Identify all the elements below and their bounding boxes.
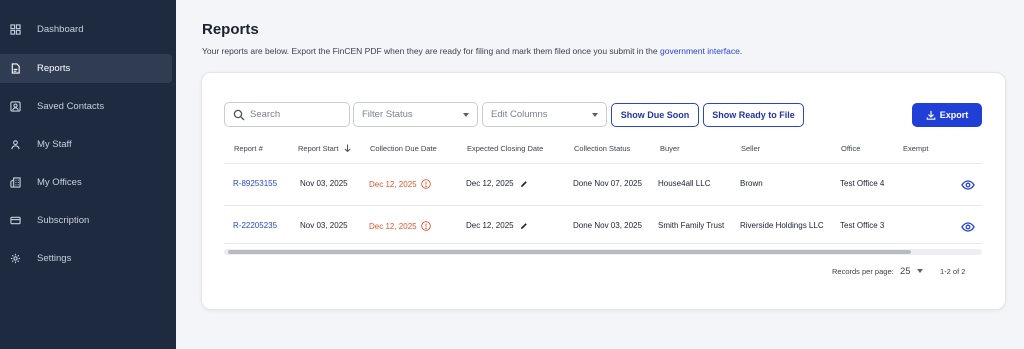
- column-header-buyer[interactable]: Buyer: [660, 144, 680, 153]
- edit-columns-select[interactable]: Edit Columns: [482, 102, 607, 127]
- description-text: Your reports are below. Export the FinCE…: [202, 46, 658, 56]
- search-placeholder: Search: [250, 109, 281, 120]
- chevron-down-icon: [916, 269, 923, 273]
- pencil-icon[interactable]: [520, 180, 528, 188]
- office-cell: Test Office 4: [840, 179, 885, 188]
- sidebar-item-dashboard[interactable]: Dashboard: [0, 15, 172, 44]
- filter-status-select[interactable]: Filter Status: [353, 102, 478, 127]
- office-cell: Test Office 3: [840, 221, 885, 230]
- column-header-expected-closing-date[interactable]: Expected Closing Date: [467, 144, 543, 153]
- warning-icon: [420, 221, 431, 231]
- column-header-label: Report Start: [298, 144, 339, 153]
- sidebar-item-label: Subscription: [37, 215, 90, 226]
- collection-due-value: Dec 12, 2025: [369, 179, 417, 189]
- arrow-down-icon: [344, 144, 350, 153]
- collection-due-value: Dec 12, 2025: [369, 221, 417, 231]
- chevron-down-icon: [592, 112, 598, 117]
- report-start-cell: Nov 03, 2025: [300, 221, 348, 230]
- download-icon: [926, 110, 936, 120]
- buyer-cell: House4all LLC: [658, 179, 711, 188]
- sidebar-item-label: Saved Contacts: [37, 101, 105, 112]
- export-label: Export: [939, 110, 969, 120]
- collection-due-cell: Dec 12, 2025: [369, 221, 431, 231]
- description-period: .: [739, 46, 743, 56]
- page-title: Reports: [202, 21, 259, 38]
- warning-icon: [420, 179, 431, 189]
- sidebar-item-my-offices[interactable]: My Offices: [0, 168, 172, 197]
- expected-closing-cell: Dec 12, 2025: [466, 179, 528, 188]
- records-per-page-label: Records per page:: [832, 267, 894, 276]
- document-icon: [10, 63, 21, 74]
- column-header-report-start[interactable]: Report Start: [298, 144, 351, 153]
- seller-cell: Brown: [740, 179, 763, 188]
- sidebar-item-saved-contacts[interactable]: Saved Contacts: [0, 92, 172, 121]
- pagination-range: 1-2 of 2: [940, 267, 966, 276]
- records-per-page-select[interactable]: 25: [900, 264, 930, 278]
- sidebar-item-subscription[interactable]: Subscription: [0, 206, 172, 235]
- sidebar-item-my-staff[interactable]: My Staff: [0, 130, 172, 159]
- expected-closing-value: Dec 12, 2025: [466, 221, 514, 230]
- report-number-link[interactable]: R-89253155: [233, 179, 277, 188]
- divider: [224, 163, 982, 164]
- eye-icon[interactable]: [961, 180, 975, 190]
- column-header-seller[interactable]: Seller: [741, 144, 760, 153]
- export-button[interactable]: Export: [912, 103, 982, 127]
- divider: [224, 205, 982, 206]
- column-header-exempt[interactable]: Exempt: [903, 144, 928, 153]
- collection-status-cell: Done Nov 07, 2025: [573, 179, 642, 188]
- expected-closing-cell: Dec 12, 2025: [466, 221, 528, 230]
- staff-icon: [10, 139, 21, 150]
- contacts-icon: [10, 101, 21, 112]
- chevron-down-icon: [463, 112, 469, 117]
- records-per-page-value: 25: [900, 265, 911, 277]
- filter-status-label: Filter Status: [362, 109, 413, 120]
- search-input[interactable]: Search: [224, 102, 350, 127]
- sidebar-item-settings[interactable]: Settings: [0, 244, 172, 273]
- pencil-icon[interactable]: [520, 222, 528, 230]
- edit-columns-label: Edit Columns: [491, 109, 548, 120]
- sidebar-item-label: Reports: [37, 63, 71, 74]
- column-header-report[interactable]: Report #: [234, 144, 263, 153]
- report-start-cell: Nov 03, 2025: [300, 179, 348, 188]
- gear-icon: [10, 253, 21, 264]
- sidebar-item-label: Settings: [37, 253, 72, 264]
- column-header-collection-status[interactable]: Collection Status: [574, 144, 630, 153]
- government-interface-link[interactable]: government interface: [660, 46, 740, 56]
- column-header-collection-due-date[interactable]: Collection Due Date: [370, 144, 437, 153]
- eye-icon[interactable]: [961, 222, 975, 232]
- report-number-link[interactable]: R-22205235: [233, 221, 277, 230]
- column-header-office[interactable]: Office: [841, 144, 860, 153]
- sidebar-item-label: My Staff: [37, 139, 72, 150]
- collection-status-cell: Done Nov 03, 2025: [573, 221, 642, 230]
- search-icon: [233, 109, 245, 120]
- buyer-cell: Smith Family Trust: [658, 221, 725, 230]
- sidebar-item-label: Dashboard: [37, 24, 84, 35]
- offices-icon: [10, 177, 21, 188]
- scrollbar-thumb[interactable]: [228, 250, 911, 254]
- card-icon: [10, 215, 21, 226]
- dashboard-icon: [10, 24, 21, 35]
- expected-closing-value: Dec 12, 2025: [466, 179, 514, 188]
- sidebar-item-reports[interactable]: Reports: [0, 54, 172, 83]
- divider: [224, 243, 982, 244]
- seller-cell: Riverside Holdings LLC: [740, 221, 824, 230]
- collection-due-cell: Dec 12, 2025: [369, 179, 431, 189]
- page-description: Your reports are below. Export the FinCE…: [202, 46, 742, 56]
- show-ready-to-file-button[interactable]: Show Ready to File: [703, 103, 804, 127]
- sidebar-item-label: My Offices: [37, 177, 82, 188]
- show-due-soon-button[interactable]: Show Due Soon: [611, 103, 699, 127]
- sidebar: Dashboard Reports Saved Contacts My Staf…: [0, 0, 176, 349]
